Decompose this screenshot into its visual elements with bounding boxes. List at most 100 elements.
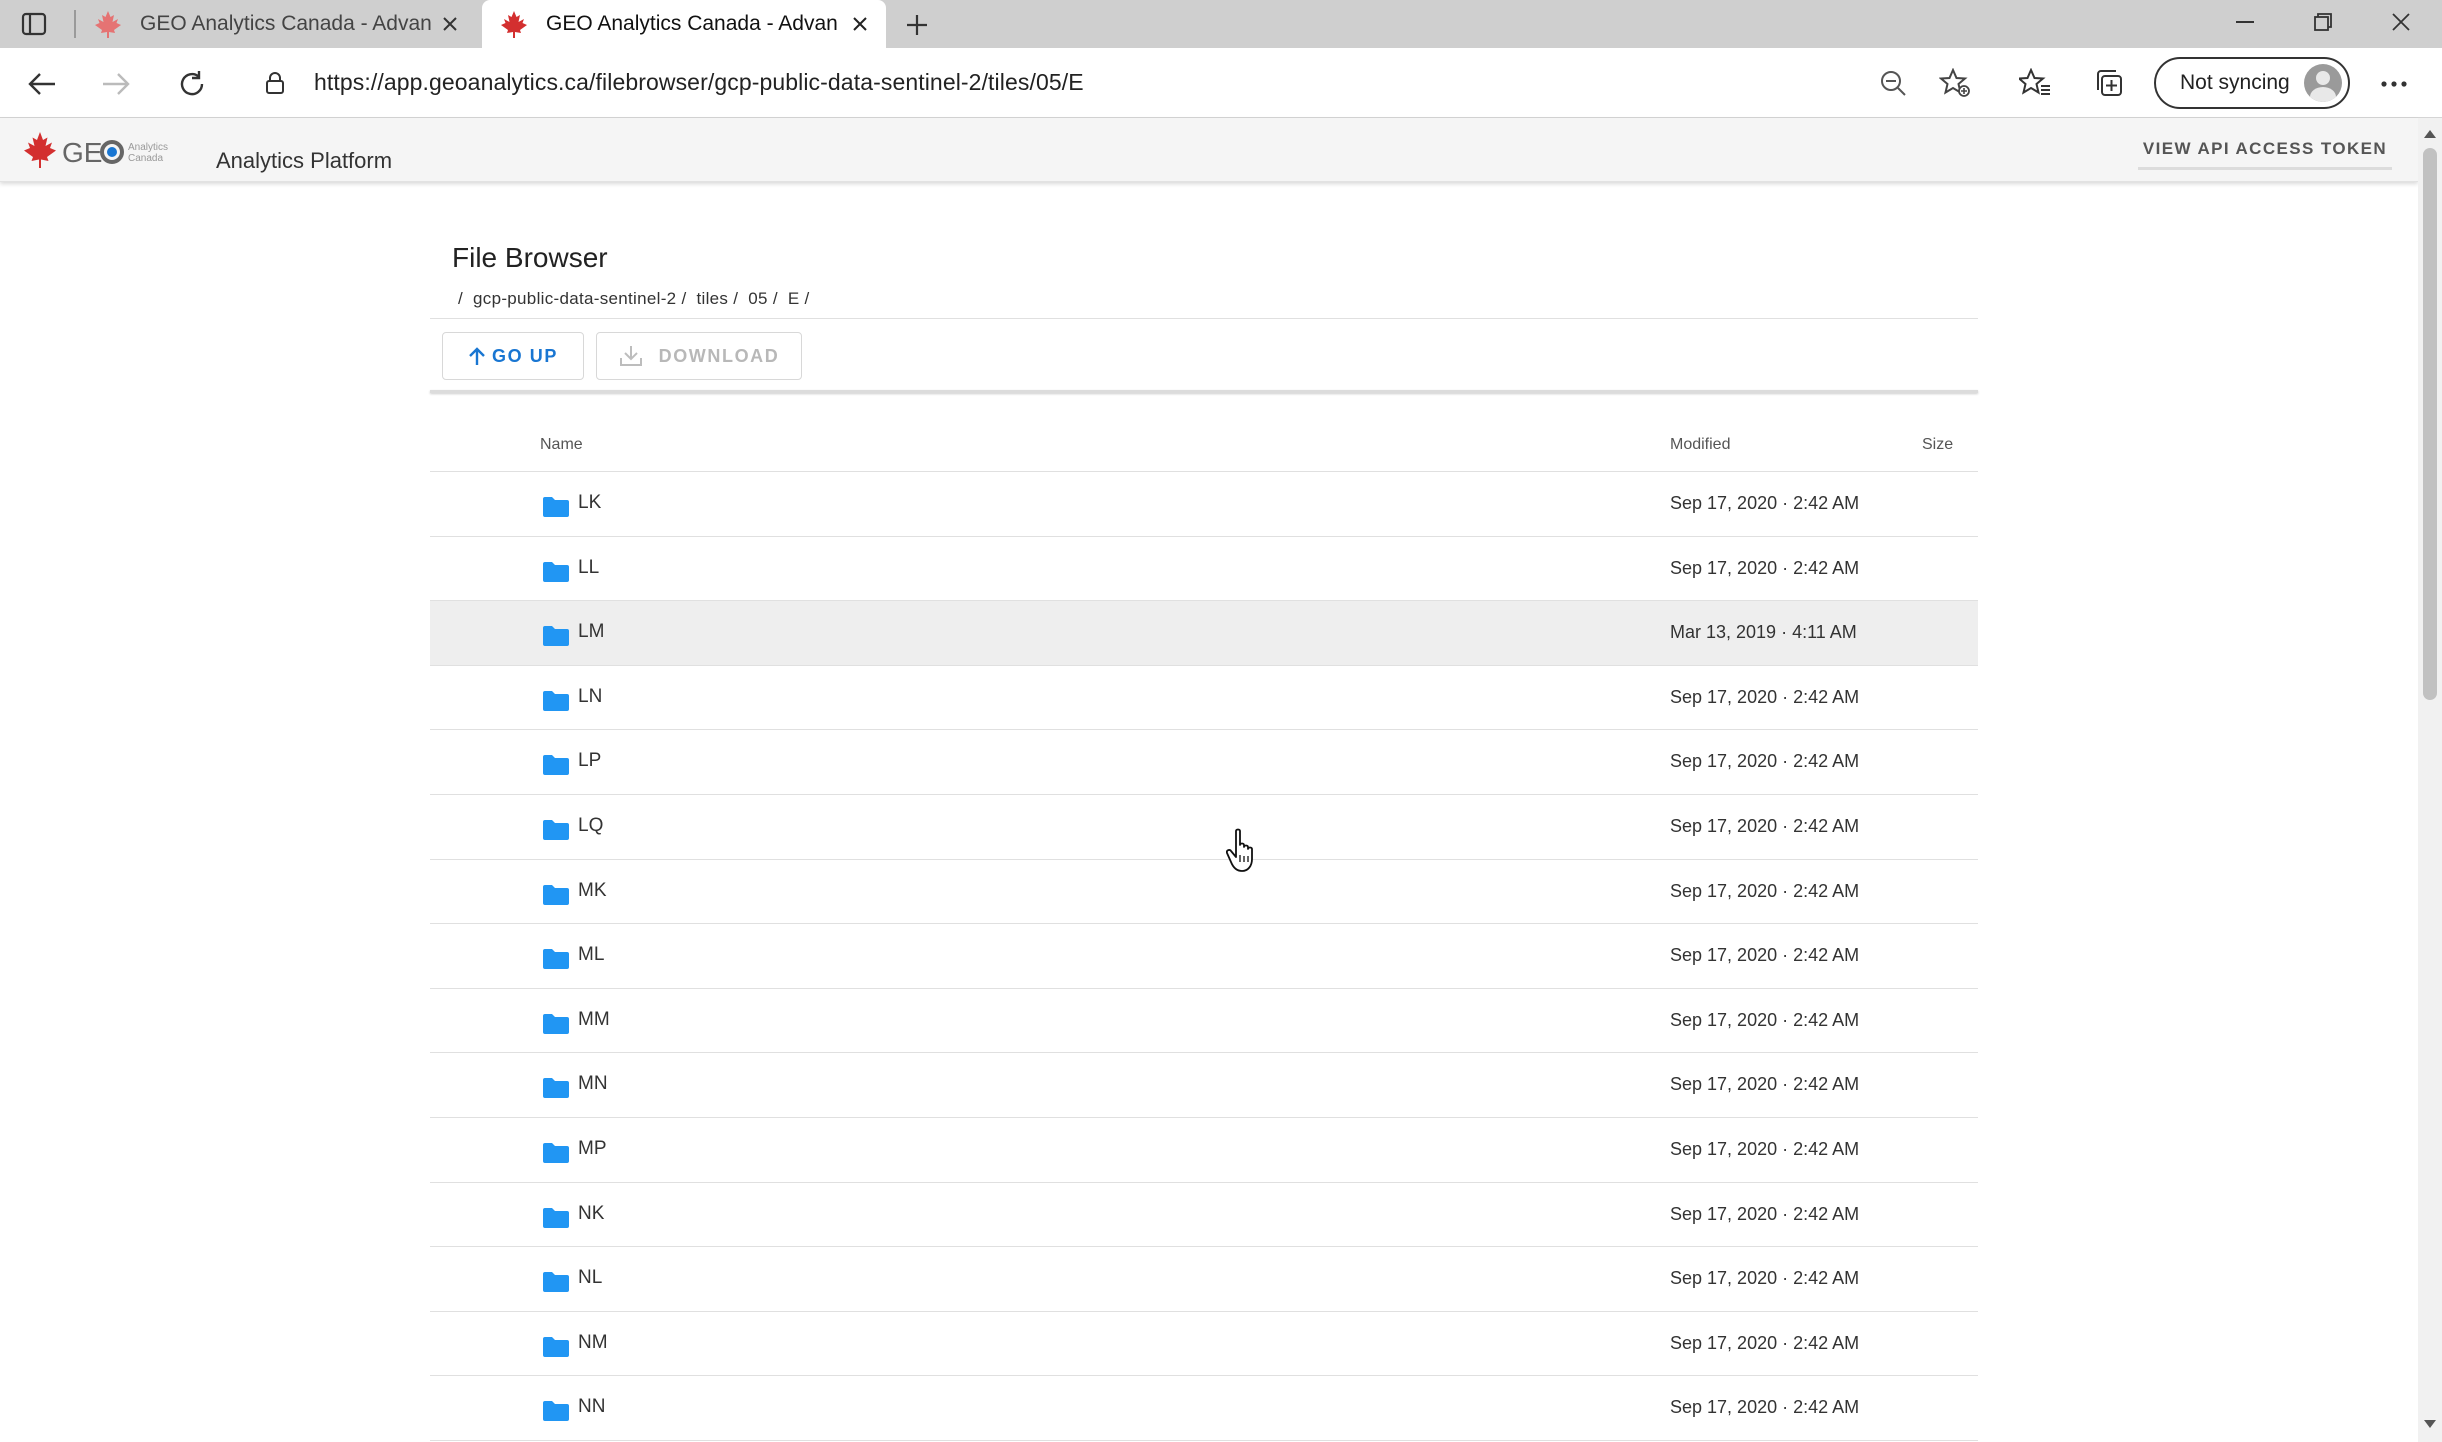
breadcrumb: / gcp-public-data-sentinel-2 / tiles / 0…: [458, 289, 810, 309]
folder-icon: [543, 755, 569, 776]
folder-icon: [543, 1078, 569, 1099]
table-header: Name Modified Size: [430, 422, 1978, 472]
zoom-out-icon[interactable]: [1874, 64, 1912, 102]
column-header-name[interactable]: Name: [540, 436, 583, 454]
folder-name[interactable]: NM: [578, 1332, 608, 1354]
modified-date: Sep 17, 2020 · 2:42 AM: [1670, 1268, 1860, 1289]
folder-name[interactable]: MP: [578, 1138, 607, 1160]
avatar: [2304, 64, 2342, 102]
breadcrumb-tiles[interactable]: tiles /: [697, 289, 739, 309]
url-text[interactable]: https://app.geoanalytics.ca/filebrowser/…: [314, 69, 1084, 96]
breadcrumb-root[interactable]: /: [458, 289, 463, 309]
minimize-icon[interactable]: [2206, 0, 2284, 44]
breadcrumb-bucket[interactable]: gcp-public-data-sentinel-2 /: [473, 289, 686, 309]
page-title: File Browser: [452, 242, 608, 273]
table-row[interactable]: LN Sep 17, 2020 · 2:42 AM: [430, 666, 1978, 731]
forward-arrow-icon: [96, 64, 136, 104]
folder-icon: [543, 561, 569, 582]
back-arrow-icon[interactable]: [22, 64, 62, 104]
table-row[interactable]: ML Sep 17, 2020 · 2:42 AM: [430, 924, 1978, 989]
close-icon[interactable]: [438, 12, 462, 36]
table-row[interactable]: NM Sep 17, 2020 · 2:42 AM: [430, 1312, 1978, 1377]
folder-name[interactable]: LL: [578, 557, 599, 579]
restore-icon[interactable]: [2284, 0, 2362, 44]
address-bar[interactable]: https://app.geoanalytics.ca/filebrowser/…: [246, 58, 1936, 108]
table-row[interactable]: MK Sep 17, 2020 · 2:42 AM: [430, 860, 1978, 925]
column-header-modified[interactable]: Modified: [1670, 436, 1730, 454]
table-row[interactable]: LL Sep 17, 2020 · 2:42 AM: [430, 537, 1978, 602]
folder-name[interactable]: MN: [578, 1073, 608, 1095]
geo-analytics-logo[interactable]: GE Analytics Canada: [16, 130, 196, 174]
browser-tab-2-active[interactable]: GEO Analytics Canada - Advancing: [482, 0, 886, 48]
folder-name[interactable]: LQ: [578, 815, 603, 837]
table-row[interactable]: LQ Sep 17, 2020 · 2:42 AM: [430, 795, 1978, 860]
column-header-size[interactable]: Size: [1922, 436, 1953, 454]
folder-icon: [543, 1401, 569, 1422]
divider: [430, 390, 1978, 393]
modified-date: Sep 17, 2020 · 2:42 AM: [1670, 686, 1860, 707]
folder-name[interactable]: ML: [578, 944, 604, 966]
folder-name[interactable]: LP: [578, 750, 601, 772]
hand-pointer-cursor-icon: [1226, 828, 1253, 872]
modified-date: Sep 17, 2020 · 2:42 AM: [1670, 1397, 1860, 1418]
close-window-icon[interactable]: [2362, 0, 2440, 44]
tab-title: GEO Analytics Canada - Advancing: [140, 12, 432, 35]
app-title: Analytics Platform: [216, 148, 393, 173]
browser-toolbar: https://app.geoanalytics.ca/filebrowser/…: [0, 48, 2442, 118]
modified-date: Sep 17, 2020 · 2:42 AM: [1670, 880, 1860, 901]
modified-date: Sep 17, 2020 · 2:42 AM: [1670, 493, 1860, 513]
table-row[interactable]: MM Sep 17, 2020 · 2:42 AM: [430, 989, 1978, 1054]
table-row[interactable]: LK Sep 17, 2020 · 2:42 AM: [430, 472, 1978, 537]
more-dots-icon[interactable]: [2374, 64, 2414, 104]
folder-name[interactable]: NN: [578, 1396, 605, 1418]
modified-date: Sep 17, 2020 · 2:42 AM: [1670, 1138, 1860, 1159]
folder-name[interactable]: LM: [578, 621, 604, 643]
view-api-token-button[interactable]: VIEW API ACCESS TOKEN: [2138, 130, 2392, 170]
table-row[interactable]: NN Sep 17, 2020 · 2:42 AM: [430, 1376, 1978, 1441]
browser-tab-1[interactable]: GEO Analytics Canada - Advancing: [76, 0, 476, 48]
folder-icon: [543, 1336, 569, 1357]
download-button[interactable]: DOWNLOAD: [596, 332, 802, 380]
folder-icon: [543, 819, 569, 840]
favorites-icon[interactable]: [2016, 64, 2054, 102]
lock-icon[interactable]: [262, 70, 288, 96]
folder-name[interactable]: MM: [578, 1009, 610, 1031]
table-row[interactable]: MN Sep 17, 2020 · 2:42 AM: [430, 1053, 1978, 1118]
modified-date: Sep 17, 2020 · 2:42 AM: [1670, 1009, 1860, 1030]
modified-date: Sep 17, 2020 · 2:42 AM: [1670, 1074, 1860, 1095]
folder-icon: [543, 1142, 569, 1163]
modified-date: Sep 17, 2020 · 2:42 AM: [1670, 557, 1860, 578]
table-row[interactable]: MP Sep 17, 2020 · 2:42 AM: [430, 1118, 1978, 1183]
folder-name[interactable]: MK: [578, 880, 607, 902]
refresh-icon[interactable]: [172, 64, 212, 104]
svg-text:GE: GE: [62, 137, 102, 168]
download-label: DOWNLOAD: [658, 345, 780, 366]
collections-icon[interactable]: [2090, 64, 2128, 102]
breadcrumb-e[interactable]: E /: [788, 289, 810, 309]
close-icon[interactable]: [848, 12, 872, 36]
page-scrollbar[interactable]: [2418, 118, 2442, 1442]
folder-name[interactable]: LK: [578, 492, 601, 514]
scrollbar-thumb[interactable]: [2423, 148, 2437, 700]
folder-name[interactable]: NK: [578, 1203, 604, 1225]
folder-name[interactable]: NL: [578, 1267, 602, 1289]
folder-icon: [543, 690, 569, 711]
table-row[interactable]: NK Sep 17, 2020 · 2:42 AM: [430, 1183, 1978, 1248]
scroll-down-arrow-icon[interactable]: [2424, 1420, 2436, 1428]
modified-date: Sep 17, 2020 · 2:42 AM: [1670, 751, 1860, 772]
svg-text:Analytics: Analytics: [128, 142, 168, 153]
go-up-button[interactable]: GO UP: [442, 332, 584, 380]
modified-date: Mar 13, 2019 · 4:11 AM: [1670, 622, 1857, 643]
tab-actions-icon[interactable]: [18, 8, 50, 40]
table-row[interactable]: LM Mar 13, 2019 · 4:11 AM: [430, 601, 1978, 666]
plus-icon[interactable]: [900, 8, 934, 42]
table-row[interactable]: LP Sep 17, 2020 · 2:42 AM: [430, 730, 1978, 795]
scroll-up-arrow-icon[interactable]: [2424, 130, 2436, 138]
breadcrumb-05[interactable]: 05 /: [748, 289, 778, 309]
folder-name[interactable]: LN: [578, 686, 602, 708]
profile-sync-button[interactable]: Not syncing: [2154, 57, 2350, 109]
folder-icon: [543, 497, 569, 517]
folder-icon: [543, 626, 569, 647]
table-row[interactable]: NL Sep 17, 2020 · 2:42 AM: [430, 1247, 1978, 1312]
add-favorite-icon[interactable]: [1936, 64, 1974, 102]
